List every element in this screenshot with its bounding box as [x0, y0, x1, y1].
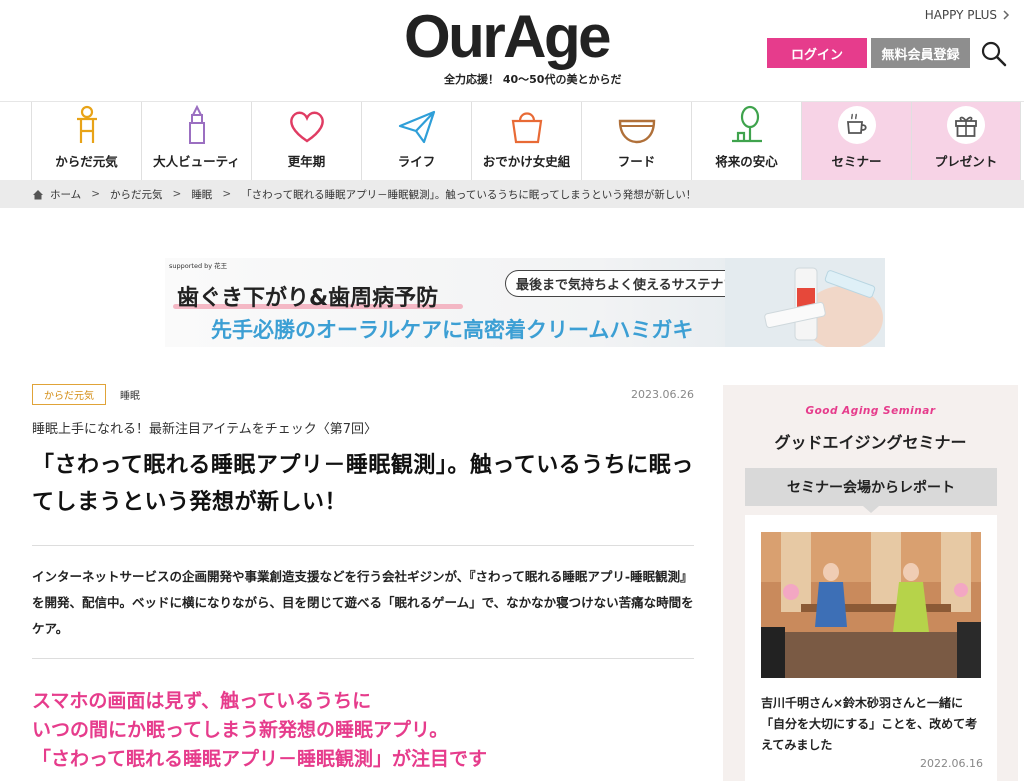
- seminar-photo: [761, 532, 981, 678]
- gift-icon: [947, 106, 985, 144]
- nav-label: 将来の安心: [715, 154, 778, 169]
- nav-label: プレゼント: [934, 154, 998, 169]
- ad-banner[interactable]: supported by 花王 歯ぐき下がり&歯周病予防 最後まで気持ちよく使え…: [165, 258, 885, 347]
- login-button[interactable]: ログイン: [767, 38, 867, 68]
- paper-plane-icon: [398, 110, 435, 144]
- banner-subline: 先手必勝のオーラルケアに高密着クリームハミガキ: [211, 318, 694, 342]
- cup-icon: [837, 106, 876, 144]
- divider: [32, 658, 694, 659]
- breadcrumb-current: 「さわって眠れる睡眠アプリ－睡眠観測」。触っているうちに眠ってしまうという発想が…: [241, 188, 697, 201]
- headline-line: いつの間にか眠ってしまう新発想の睡眠アプリ。: [32, 719, 449, 741]
- article-title: 「さわって眠れる睡眠アプリ－睡眠観測」。触っているうちに眠ってしまうという発想が…: [32, 453, 694, 515]
- breadcrumb-separator: >: [91, 188, 100, 200]
- banner-headline: 歯ぐき下がり&歯周病予防: [177, 286, 439, 311]
- headline-line: 「さわって眠れる睡眠アプリ－睡眠観測」が注目です: [32, 748, 488, 770]
- breadcrumb-home[interactable]: ホーム: [50, 187, 81, 202]
- happyplus-link[interactable]: HAPPY PLUS: [925, 8, 1010, 22]
- breadcrumb-separator: >: [222, 188, 232, 200]
- bowl-icon: [618, 119, 655, 144]
- headline-line: スマホの画面は見ず、触っているうちに: [32, 690, 372, 712]
- sidebar-title: グッドエイジングセミナー: [774, 433, 967, 452]
- nav-label: フード: [617, 154, 656, 169]
- article-headline: スマホの画面は見ず、触っているうちに いつの間にか眠ってしまう新発想の睡眠アプリ…: [32, 687, 694, 774]
- article-date: 2023.06.26: [631, 388, 694, 401]
- nav-item-future[interactable]: 将来の安心: [691, 102, 801, 180]
- nav-item-menopause[interactable]: 更年期: [251, 102, 361, 180]
- happyplus-label: HAPPY PLUS: [924, 8, 997, 22]
- nav-item-present[interactable]: プレゼント: [911, 102, 1021, 180]
- breadcrumb-category[interactable]: からだ元気: [110, 187, 163, 202]
- seminar-card[interactable]: 吉川千明さん×鈴木砂羽さんと一緒に「自分を大切にする」ことを、改めて考えてみまし…: [745, 515, 997, 781]
- person-icon: [76, 105, 97, 143]
- lipstick-icon: [188, 105, 205, 144]
- nav-item-food[interactable]: フード: [581, 102, 691, 180]
- nav-item-beauty[interactable]: 大人ビューティ: [141, 102, 251, 180]
- sidebar-tab[interactable]: セミナー会場からレポート: [745, 468, 997, 513]
- seminar-card-date: 2022.06.16: [920, 757, 983, 770]
- banner-sponsor: supported by 花王: [169, 262, 228, 270]
- nav-label: 大人ビューティ: [153, 154, 240, 169]
- article-meta: からだ元気 睡眠 2023.06.26: [32, 384, 694, 405]
- home-icon: [33, 189, 43, 199]
- nav-item-seminar[interactable]: セミナー: [801, 102, 911, 180]
- breadcrumb-separator: >: [172, 188, 182, 200]
- subcategory-link[interactable]: 睡眠: [120, 387, 140, 402]
- nav-label: からだ元気: [55, 154, 118, 169]
- tree-icon: [731, 105, 762, 143]
- heart-icon: [289, 111, 324, 143]
- nav-item-life[interactable]: ライフ: [361, 102, 471, 180]
- nav-label: 更年期: [287, 154, 326, 169]
- sidebar-en-title: Good Aging Seminar: [805, 405, 936, 417]
- seminar-card-caption: 吉川千明さん×鈴木砂羽さんと一緒に「自分を大切にする」ことを、改めて考えてみまし…: [761, 696, 978, 752]
- site-header: OurAge 全力応援！ 40〜50代の美とからだ HAPPY PLUS ログイ…: [0, 0, 1024, 102]
- breadcrumb: ホーム > からだ元気 > 睡眠 > 「さわって眠れる睡眠アプリ－睡眠観測」。触…: [0, 180, 1024, 208]
- bag-icon: [511, 112, 542, 144]
- nav-label: セミナー: [831, 154, 882, 169]
- banner-product-image: [725, 258, 885, 347]
- nav-label: おでかけ女史組: [482, 154, 571, 169]
- nav-label: ライフ: [397, 154, 436, 169]
- register-button[interactable]: 無料会員登録: [871, 38, 970, 68]
- breadcrumb-subcategory[interactable]: 睡眠: [191, 187, 212, 202]
- chevron-right-icon: [1003, 10, 1010, 20]
- article-lead: インターネットサービスの企画開発や事業創造支援などを行う会社ギジンが、『さわって…: [32, 569, 694, 636]
- category-nav: からだ元気 大人ビューティ 更年期 ライフ おでかけ女史組 フード 将来の安心 …: [0, 102, 1024, 180]
- article: からだ元気 睡眠 2023.06.26 睡眠上手になれる！最新注目アイテムをチェ…: [32, 384, 694, 774]
- site-tagline: 全力応援！ 40〜50代の美とからだ: [444, 73, 622, 86]
- nav-item-karada[interactable]: からだ元気: [31, 102, 141, 180]
- site-logo[interactable]: OurAge: [404, 2, 612, 72]
- divider: [32, 545, 694, 546]
- nav-item-odekake[interactable]: おでかけ女史組: [471, 102, 581, 180]
- article-series[interactable]: 睡眠上手になれる！最新注目アイテムをチェック〈第7回〉: [32, 418, 694, 437]
- category-tag[interactable]: からだ元気: [32, 384, 106, 405]
- search-icon[interactable]: [980, 40, 1008, 68]
- seminar-sidebar: Good Aging Seminar グッドエイジングセミナー セミナー会場から…: [723, 385, 1018, 781]
